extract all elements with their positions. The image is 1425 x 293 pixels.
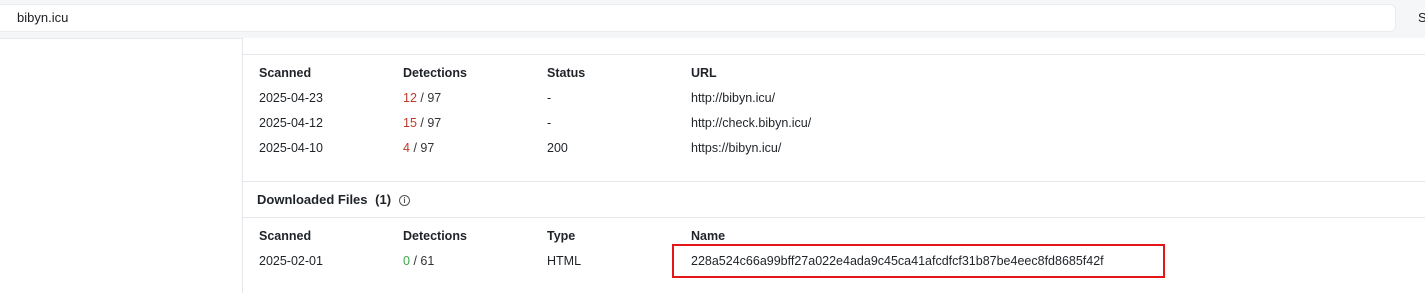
downloaded-files-count: (1)	[375, 192, 392, 207]
address-bar[interactable]: bibyn.icu	[0, 4, 1396, 32]
col-detections-header: Detections	[403, 66, 467, 80]
col-scanned-header: Scanned	[259, 229, 312, 243]
address-bar-right-text[interactable]: S	[1418, 4, 1425, 32]
url-row-1-status: -	[547, 91, 552, 105]
url-row-3-scanned: 2025-04-10	[259, 141, 323, 155]
downloaded-files-title-text: Downloaded Files	[257, 192, 368, 207]
divider	[243, 217, 1425, 218]
address-bar-text: bibyn.icu	[17, 10, 69, 25]
file-row-1-scanned: 2025-02-01	[259, 254, 323, 268]
url-row-1-link[interactable]: http://bibyn.icu/	[691, 91, 775, 105]
url-row-2-detections: 15 / 97	[403, 116, 441, 130]
detection-count: 0	[403, 254, 410, 268]
col-detections-header: Detections	[403, 229, 467, 243]
col-url-header: URL	[691, 66, 717, 80]
url-row-2-link[interactable]: http://check.bibyn.icu/	[691, 116, 811, 130]
detection-total: / 97	[413, 141, 435, 155]
url-row-2-scanned: 2025-04-12	[259, 116, 323, 130]
results-panel: Scanned Detections Status URL 2025-04-23…	[242, 38, 1425, 293]
col-status-header: Status	[547, 66, 586, 80]
browser-top-bar: bibyn.icu S	[0, 0, 1425, 39]
url-row-3-detections: 4 / 97	[403, 141, 434, 155]
url-row-1-detections: 12 / 97	[403, 91, 441, 105]
file-row-1-type: HTML	[547, 254, 582, 268]
detection-count: 4	[403, 141, 410, 155]
detection-total: / 97	[420, 91, 442, 105]
url-row-1-scanned: 2025-04-23	[259, 91, 323, 105]
col-type-header: Type	[547, 229, 576, 243]
col-name-header: Name	[691, 229, 726, 243]
divider	[243, 181, 1425, 182]
file-row-1-detections: 0 / 61	[403, 254, 434, 268]
detection-count: 12	[403, 91, 417, 105]
info-icon[interactable]: i	[399, 195, 410, 206]
url-row-3-status: 200	[547, 141, 568, 155]
highlight-box	[672, 244, 1165, 278]
downloaded-files-title: Downloaded Files (1)	[257, 192, 391, 207]
url-row-2-status: -	[547, 116, 552, 130]
detection-total: / 61	[413, 254, 435, 268]
detection-total: / 97	[420, 116, 442, 130]
url-row-3-link[interactable]: https://bibyn.icu/	[691, 141, 781, 155]
col-scanned-header: Scanned	[259, 66, 312, 80]
detection-count: 15	[403, 116, 417, 130]
divider	[243, 54, 1425, 55]
